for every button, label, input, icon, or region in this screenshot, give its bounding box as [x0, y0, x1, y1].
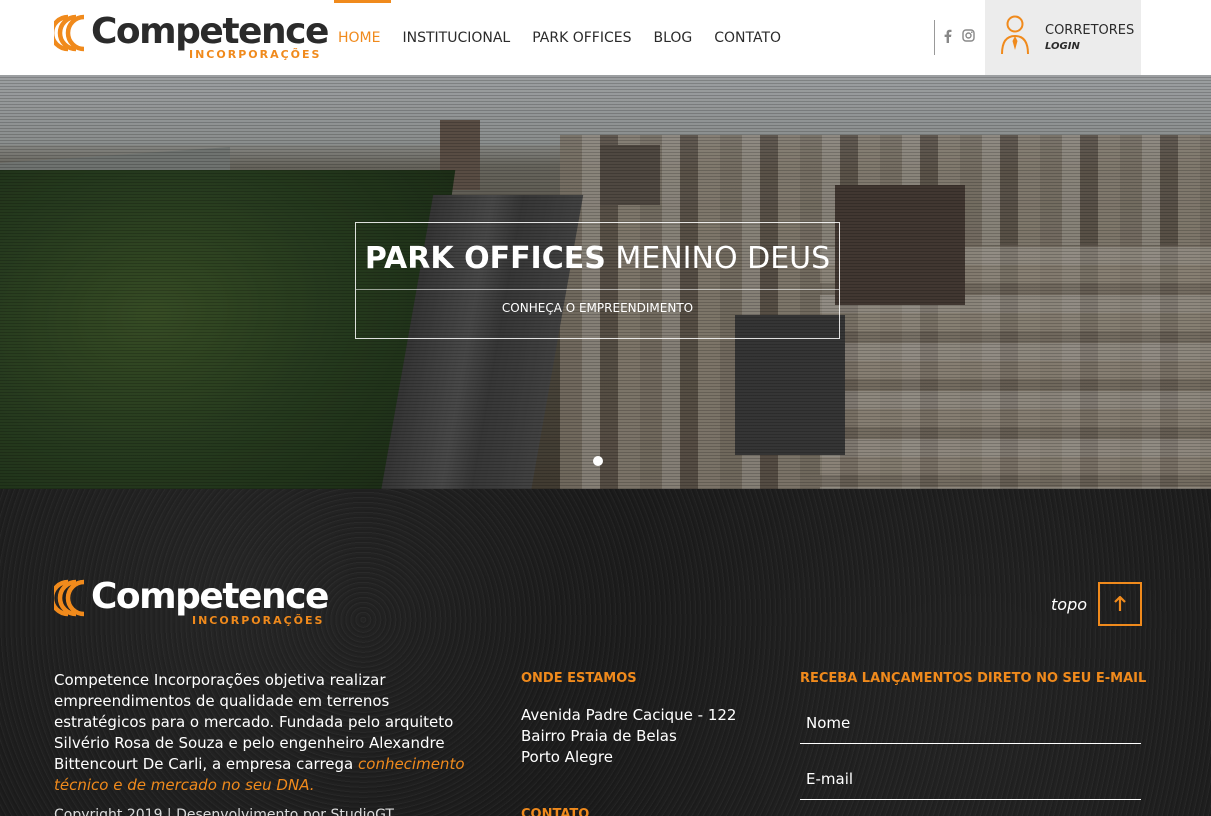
onde-estamos-heading: ONDE ESTAMOS	[521, 671, 637, 686]
corretores-login-label: LOGIN	[1045, 41, 1080, 52]
back-to-top-label[interactable]: topo	[1051, 595, 1087, 614]
logo-arcs-icon	[54, 579, 85, 617]
newsletter-heading: RECEBA LANÇAMENTOS DIRETO NO SEU E-MAIL	[800, 671, 1147, 686]
address-city: Porto Alegre	[521, 748, 613, 766]
contato-heading: CONTATO	[521, 807, 590, 816]
slide-divider	[356, 289, 839, 290]
corretores-login-button[interactable]: CORRETORES LOGIN	[985, 0, 1141, 75]
footer-logo-wordmark: Competence	[91, 576, 329, 617]
back-to-top-button[interactable]	[1098, 582, 1142, 626]
newsletter-email-field[interactable]: E-mail	[800, 760, 1141, 800]
copyright-text: Copyright 2019 | Desenvolvimento por Stu…	[54, 807, 394, 816]
corretores-title: CORRETORES	[1045, 23, 1135, 38]
slider-dot-active[interactable]	[593, 456, 603, 466]
address-neighborhood: Bairro Praia de Belas	[521, 727, 677, 745]
facebook-icon[interactable]	[944, 29, 952, 47]
nav-institucional[interactable]: INSTITUCIONAL	[391, 0, 521, 75]
address-street: Avenida Padre Cacique - 122	[521, 706, 737, 724]
address-block: Avenida Padre Cacique - 122 Bairro Praia…	[521, 705, 736, 768]
logo-subtitle: INCORPORAÇÕES	[189, 48, 322, 61]
user-tie-icon	[1001, 15, 1029, 55]
hero-slider: PARK OFFICES MENINO DEUS CONHEÇA O EMPRE…	[0, 75, 1211, 489]
header-divider	[934, 20, 935, 55]
logo-arcs-icon	[54, 14, 85, 52]
slide-caption-box[interactable]: PARK OFFICES MENINO DEUS CONHEÇA O EMPRE…	[355, 222, 840, 339]
footer-logo-subtitle: INCORPORAÇÕES	[192, 614, 325, 627]
slide-title: PARK OFFICES MENINO DEUS	[356, 241, 839, 276]
main-nav: HOME INSTITUCIONAL PARK OFFICES BLOG CON…	[334, 0, 792, 75]
slide-title-light: MENINO DEUS	[615, 241, 831, 276]
footer-logo[interactable]: Competence INCORPORAÇÕES	[54, 576, 329, 629]
nav-home[interactable]: HOME	[334, 0, 392, 75]
instagram-icon[interactable]	[962, 29, 975, 46]
site-footer: Competence INCORPORAÇÕES topo Competence…	[0, 489, 1211, 816]
nav-contato[interactable]: CONTATO	[703, 0, 792, 75]
about-text: Competence Incorporações objetiva realiz…	[54, 670, 484, 796]
slide-cta-link[interactable]: CONHEÇA O EMPREENDIMENTO	[356, 301, 839, 315]
slide-title-bold: PARK OFFICES	[364, 241, 606, 276]
brand-logo[interactable]: Competence INCORPORAÇÕES	[54, 11, 329, 62]
nav-park-offices[interactable]: PARK OFFICES	[521, 0, 642, 75]
newsletter-name-field[interactable]: Nome	[800, 704, 1141, 744]
site-header: Competence INCORPORAÇÕES HOME INSTITUCIO…	[0, 0, 1211, 75]
nav-blog[interactable]: BLOG	[642, 0, 703, 75]
arrow-up-icon	[1114, 596, 1126, 611]
